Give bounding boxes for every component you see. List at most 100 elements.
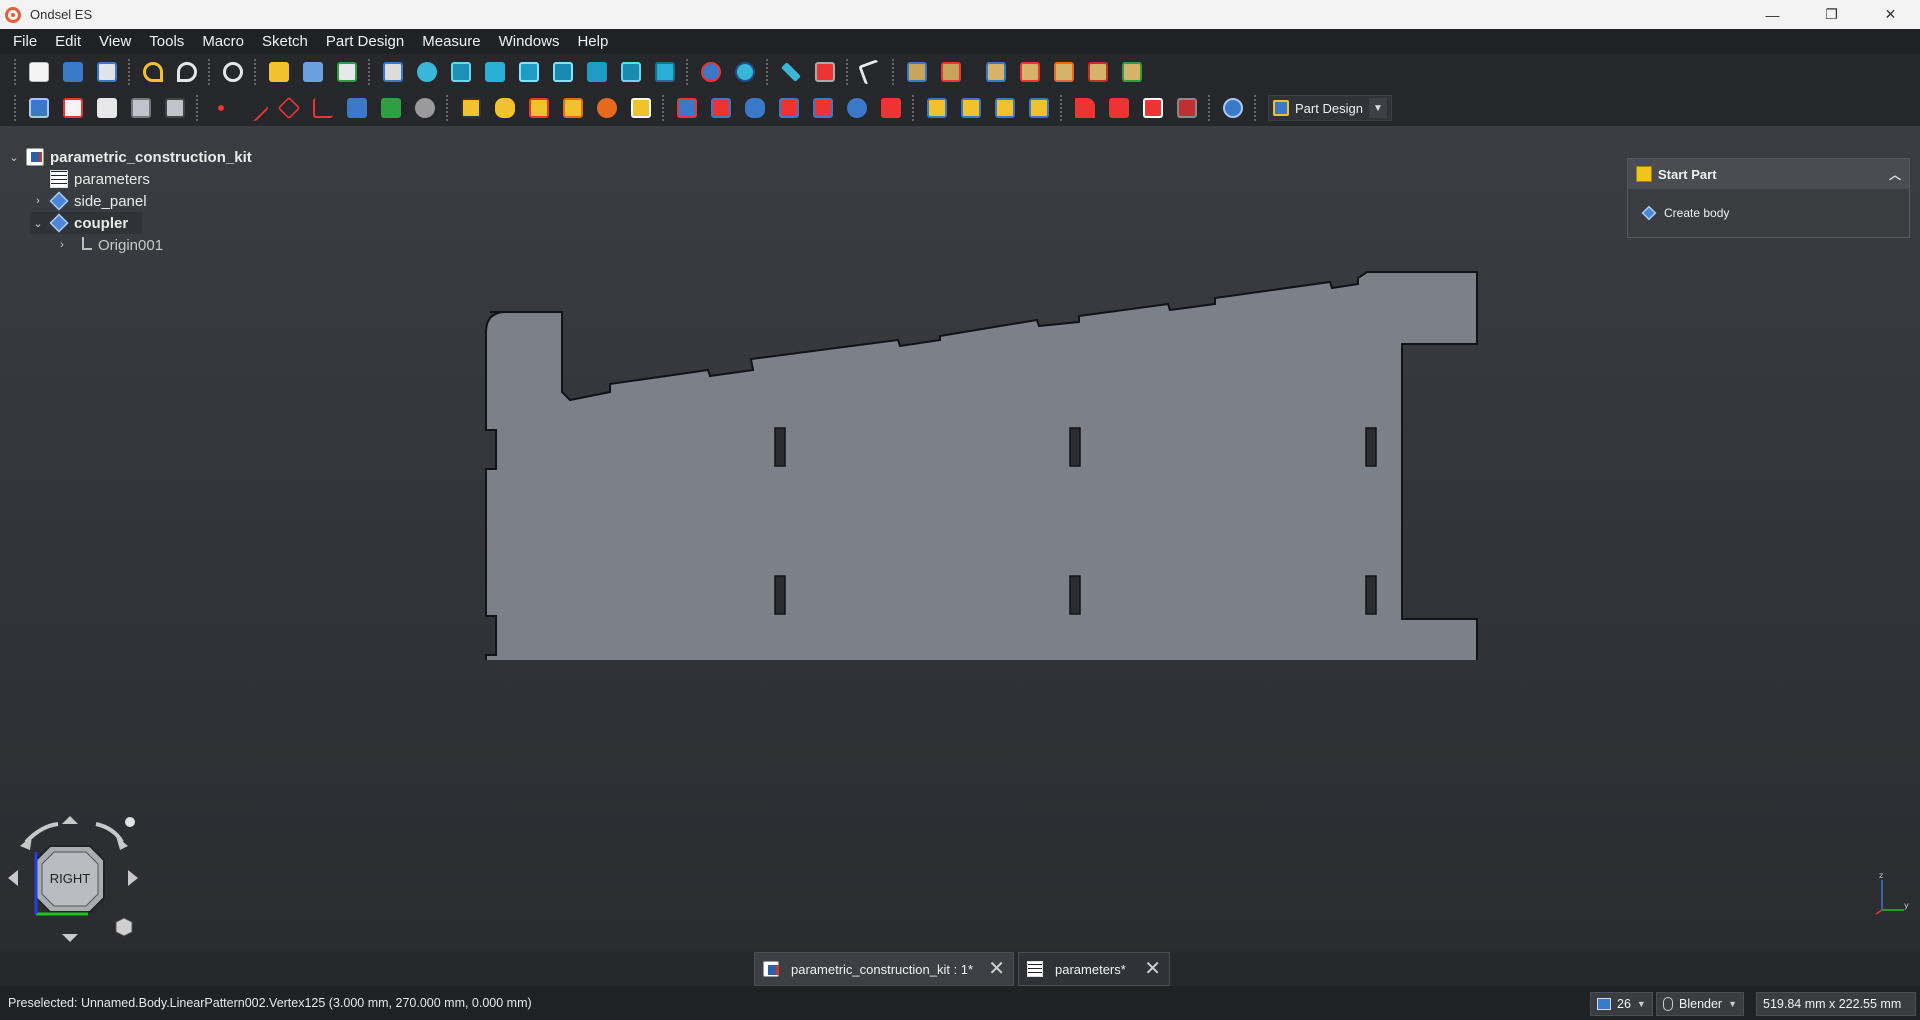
save-document-icon[interactable]: [93, 58, 121, 86]
arrow-down-icon[interactable]: [62, 934, 78, 942]
toolbar-grip[interactable]: [368, 59, 372, 85]
front-view-icon[interactable]: [481, 58, 509, 86]
menu-help[interactable]: Help: [568, 29, 617, 54]
refresh-icon[interactable]: [219, 58, 247, 86]
toolbar-grip[interactable]: [1254, 95, 1258, 121]
toolbar-grip[interactable]: [892, 59, 896, 85]
local-cs-icon[interactable]: [309, 94, 337, 122]
toolbar-grip[interactable]: [14, 95, 18, 121]
menu-file[interactable]: File: [4, 29, 46, 54]
fillet-icon[interactable]: [1071, 94, 1099, 122]
chevron-down-icon[interactable]: ⌄: [6, 151, 22, 164]
tree-item-coupler[interactable]: ⌄ coupler: [30, 212, 143, 234]
new-document-icon[interactable]: [25, 58, 53, 86]
polar-pattern-icon[interactable]: [991, 94, 1019, 122]
menu-part-design[interactable]: Part Design: [317, 29, 413, 54]
map-sketch-icon[interactable]: [1118, 58, 1146, 86]
notification-area[interactable]: 26 ▼: [1590, 992, 1653, 1016]
navigation-style-selector[interactable]: Blender ▼: [1656, 992, 1745, 1016]
navigation-cube[interactable]: RIGHT: [6, 812, 146, 952]
dimension-readout[interactable]: 519.84 mm x 222.55 mm: [1756, 992, 1916, 1016]
sub-object-shape-icon[interactable]: [377, 94, 405, 122]
right-view-icon[interactable]: [549, 58, 577, 86]
close-icon[interactable]: ✕: [1144, 959, 1161, 979]
shape-binder-icon[interactable]: [127, 94, 155, 122]
chevron-down-icon[interactable]: ▼: [1368, 98, 1387, 118]
close-button[interactable]: ✕: [1861, 0, 1920, 29]
arrow-right-icon[interactable]: [128, 870, 138, 886]
tree-item-side-panel[interactable]: › side_panel: [30, 190, 147, 212]
chamfer-icon[interactable]: [1105, 94, 1133, 122]
whats-this-icon[interactable]: [857, 58, 885, 86]
menu-view[interactable]: View: [90, 29, 140, 54]
mirrored-icon[interactable]: [923, 94, 951, 122]
toolbar-grip[interactable]: [846, 59, 850, 85]
sketch-view-section-icon[interactable]: [903, 58, 931, 86]
create-body-icon[interactable]: [25, 94, 53, 122]
validate-sketch-icon[interactable]: [982, 58, 1010, 86]
subtractive-helix-icon[interactable]: [843, 94, 871, 122]
sketch-leave-icon[interactable]: [937, 58, 965, 86]
hole-icon[interactable]: [707, 94, 735, 122]
tree-root[interactable]: ⌄ parametric_construction_kit: [6, 146, 252, 168]
part-shape[interactable]: [485, 271, 1478, 660]
bounding-box-icon[interactable]: [731, 58, 759, 86]
additive-pipe-icon[interactable]: [559, 94, 587, 122]
open-document-icon[interactable]: [59, 58, 87, 86]
tab-parametric-construction-kit[interactable]: parametric_construction_kit : 1* ✕: [754, 952, 1014, 986]
create-part-icon[interactable]: [265, 58, 293, 86]
tree-item-origin001[interactable]: › Origin001: [54, 234, 163, 256]
toolbar-grip[interactable]: [128, 59, 132, 85]
top-view-icon[interactable]: [515, 58, 543, 86]
additive-helix-icon[interactable]: [593, 94, 621, 122]
toolbar-grip[interactable]: [1208, 95, 1212, 121]
menu-edit[interactable]: Edit: [46, 29, 90, 54]
draw-style-icon[interactable]: [697, 58, 725, 86]
fit-selection-icon[interactable]: [413, 58, 441, 86]
pad-icon[interactable]: [457, 94, 485, 122]
rear-view-icon[interactable]: [583, 58, 611, 86]
minimize-button[interactable]: —: [1743, 0, 1802, 29]
thickness-icon[interactable]: [1173, 94, 1201, 122]
isometric-view-icon[interactable]: [447, 58, 475, 86]
create-link-icon[interactable]: [333, 58, 361, 86]
toolbar-grip[interactable]: [196, 95, 200, 121]
chevron-down-icon[interactable]: ▼: [1637, 999, 1646, 1009]
measure-clear-icon[interactable]: [811, 58, 839, 86]
subshape-binder-icon[interactable]: [343, 94, 371, 122]
toolbar-grip[interactable]: [446, 95, 450, 121]
maximize-button[interactable]: ❐: [1802, 0, 1861, 29]
workbench-selector[interactable]: Part Design ▼: [1268, 95, 1392, 121]
menu-macro[interactable]: Macro: [193, 29, 253, 54]
nav-menu-icon[interactable]: [125, 817, 135, 827]
toolbar-grip[interactable]: [662, 95, 666, 121]
chevron-right-icon[interactable]: ›: [54, 239, 70, 251]
toolbar-grip[interactable]: [766, 59, 770, 85]
tree-item-parameters[interactable]: parameters: [30, 168, 150, 190]
draft-icon[interactable]: [1139, 94, 1167, 122]
pocket-icon[interactable]: [673, 94, 701, 122]
coupler-part-outline[interactable]: [470, 270, 1490, 660]
fit-all-icon[interactable]: [379, 58, 407, 86]
tab-parameters[interactable]: parameters* ✕: [1018, 952, 1170, 986]
left-view-icon[interactable]: [651, 58, 679, 86]
chevron-right-icon[interactable]: ›: [30, 195, 46, 207]
toolbar-grip[interactable]: [254, 59, 258, 85]
redo-icon[interactable]: [173, 58, 201, 86]
revolution-icon[interactable]: [491, 94, 519, 122]
chevron-down-icon[interactable]: ▼: [1728, 999, 1737, 1009]
create-body-action[interactable]: Create body: [1628, 189, 1909, 237]
menu-sketch[interactable]: Sketch: [253, 29, 317, 54]
menu-tools[interactable]: Tools: [140, 29, 193, 54]
menu-measure[interactable]: Measure: [413, 29, 489, 54]
undo-icon[interactable]: [139, 58, 167, 86]
chevron-up-icon[interactable]: ︿: [1889, 166, 1901, 183]
multi-transform-icon[interactable]: [1025, 94, 1053, 122]
merge-sketches-icon[interactable]: [1016, 58, 1044, 86]
reorient-sketch-icon[interactable]: [1084, 58, 1112, 86]
toolbar-grip[interactable]: [1060, 95, 1064, 121]
datum-line-icon[interactable]: [240, 93, 270, 123]
chevron-down-icon[interactable]: ⌄: [30, 217, 46, 230]
import-shape-icon[interactable]: [93, 94, 121, 122]
mirror-sketch-icon[interactable]: [1050, 58, 1078, 86]
